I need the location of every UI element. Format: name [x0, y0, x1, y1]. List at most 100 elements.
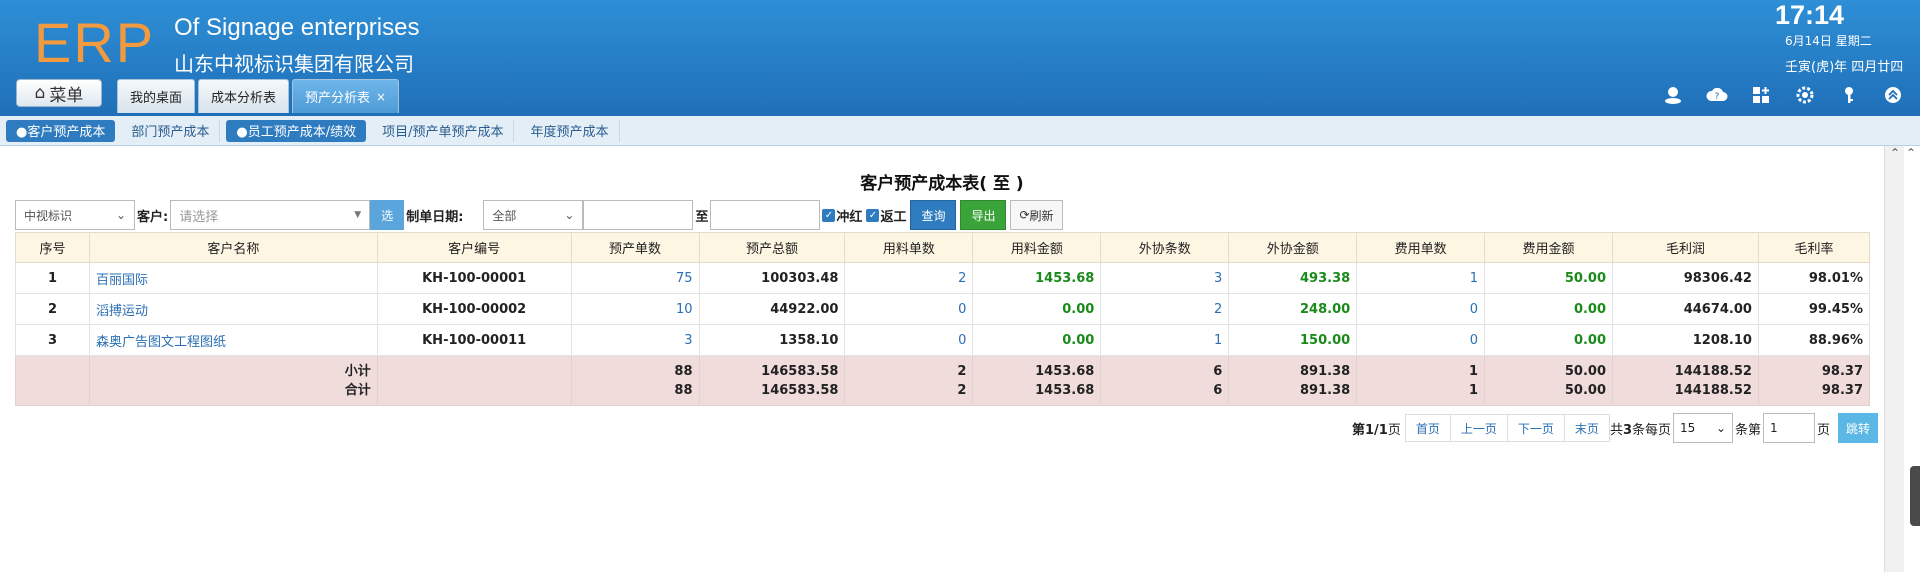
- tab-cost-analysis[interactable]: 成本分析表: [198, 79, 290, 113]
- company-select[interactable]: 中视标识 ⌄: [15, 200, 135, 230]
- subnav-annual-cost[interactable]: 年度预产成本: [520, 119, 620, 142]
- side-panel-handle[interactable]: [1910, 466, 1920, 526]
- col-header[interactable]: 客户编号: [376, 232, 572, 263]
- date-mode-select[interactable]: 全部 ⌄: [483, 200, 584, 230]
- cell-profit: 98306.42: [1612, 262, 1759, 294]
- grandtotal-value: 6: [1213, 382, 1223, 398]
- vertical-scrollbar[interactable]: [1884, 146, 1904, 572]
- fee-count-link[interactable]: 0: [1356, 324, 1486, 356]
- close-icon[interactable]: ×: [376, 90, 386, 104]
- end-date-input[interactable]: [710, 200, 821, 230]
- subnav-department-cost[interactable]: 部门预产成本: [121, 119, 221, 142]
- summary-empty-cell: [15, 355, 90, 406]
- red-offset-checkbox[interactable]: ✓ 冲红: [822, 206, 862, 225]
- col-header[interactable]: 用料单数: [844, 232, 974, 263]
- tab-preproduction-analysis[interactable]: 预产分析表 ×: [292, 79, 400, 113]
- cell-outsource-amount: 248.00: [1228, 293, 1358, 325]
- key-icon[interactable]: [1838, 84, 1860, 106]
- prev-page-button[interactable]: 上一页: [1449, 414, 1508, 442]
- summary-total: 146583.58 146583.58: [698, 355, 846, 406]
- customer-name-link[interactable]: 滔搏运动: [88, 293, 378, 325]
- subtotal-value: 1: [1469, 363, 1479, 379]
- summary-labels: 小计 合计: [88, 355, 378, 406]
- cell-material-amount: 0.00: [972, 324, 1102, 356]
- page-info-value: 1/1: [1365, 422, 1388, 438]
- fee-count-link[interactable]: 1: [1356, 262, 1486, 294]
- table-header-row: 序号 客户名称 客户编号 预产单数 预产总额 用料单数 用料金额 外协条数 外协…: [15, 232, 1871, 263]
- customer-select-button[interactable]: 选: [370, 200, 405, 230]
- gear-icon[interactable]: [1794, 84, 1816, 106]
- customer-name-link[interactable]: 百丽国际: [88, 262, 378, 294]
- scroll-up-icon[interactable]: ⌃: [1890, 146, 1900, 160]
- rework-checkbox[interactable]: ✓ 返工: [866, 206, 906, 225]
- tab-my-desktop[interactable]: 我的桌面: [117, 79, 196, 113]
- collapse-up-icon[interactable]: [1882, 84, 1904, 106]
- customer-name-link[interactable]: 森奥广告图文工程图纸: [88, 324, 378, 356]
- outsource-count-link[interactable]: 1: [1100, 324, 1230, 356]
- subtotal-value: 2: [957, 363, 967, 379]
- user-icon[interactable]: [1662, 84, 1684, 106]
- col-header[interactable]: 预产单数: [570, 232, 700, 263]
- cell-material-amount: 1453.68: [972, 262, 1102, 294]
- next-page-button[interactable]: 下一页: [1506, 414, 1565, 442]
- query-button[interactable]: 查询: [910, 200, 957, 230]
- subnav-employee-cost[interactable]: ●员工预产成本/绩效: [226, 119, 367, 142]
- col-header[interactable]: 用料金额: [972, 232, 1102, 263]
- per-page-select[interactable]: 15 ⌄: [1673, 413, 1734, 443]
- summary-rate: 98.37 98.37: [1757, 355, 1871, 406]
- col-header[interactable]: 费用单数: [1356, 232, 1486, 263]
- chevron-down-icon: ⌄: [1715, 421, 1727, 435]
- refresh-icon: ⟳: [1019, 208, 1030, 222]
- menu-button-label: 菜单: [49, 85, 84, 106]
- goto-page-input[interactable]: 1: [1763, 413, 1816, 443]
- grid-add-icon[interactable]: [1750, 84, 1772, 106]
- last-page-button[interactable]: 末页: [1563, 414, 1610, 442]
- goto-button[interactable]: 跳转: [1838, 413, 1879, 443]
- col-header[interactable]: 外协金额: [1228, 232, 1358, 263]
- goto-page-value: 1: [1770, 421, 1778, 435]
- col-header[interactable]: 毛利润: [1612, 232, 1759, 263]
- orders-link[interactable]: 3: [570, 324, 700, 356]
- scroll-top-icon[interactable]: ⌃: [1906, 146, 1916, 160]
- report-title: 客户预产成本表( 至 ): [860, 174, 1024, 194]
- cell-no: 2: [15, 293, 90, 325]
- first-page-button[interactable]: 首页: [1404, 414, 1451, 442]
- material-count-link[interactable]: 0: [844, 324, 974, 356]
- outsource-count-link[interactable]: 3: [1100, 262, 1230, 294]
- clock-time: 17:14: [1774, 0, 1844, 30]
- subtotal-value: 891.38: [1300, 363, 1351, 379]
- material-count-link[interactable]: 2: [844, 262, 974, 294]
- summary-row: 小计 合计 88 88 146583.58 146583.58 22 1453.68 1…: [15, 355, 1871, 406]
- orders-link[interactable]: 75: [570, 262, 700, 294]
- subnav-project-cost[interactable]: 项目/预产单预产成本: [372, 119, 515, 142]
- refresh-button[interactable]: ⟳ 刷新: [1010, 200, 1063, 230]
- outsource-count-link[interactable]: 2: [1100, 293, 1230, 325]
- col-header[interactable]: 客户名称: [88, 232, 378, 263]
- col-header[interactable]: 毛利率: [1757, 232, 1871, 263]
- export-button[interactable]: 导出: [960, 200, 1007, 230]
- customer-input[interactable]: 请选择 ▼: [170, 200, 371, 230]
- summary-fee-amount: 50.00 50.00: [1484, 355, 1614, 406]
- grandtotal-value: 2: [957, 382, 967, 398]
- grandtotal-value: 88: [674, 382, 693, 398]
- cell-total: 44922.00: [698, 293, 846, 325]
- per-page-value: 15: [1680, 421, 1696, 435]
- orders-link[interactable]: 10: [570, 293, 700, 325]
- col-header[interactable]: 序号: [15, 232, 90, 263]
- grandtotal-value: 98.37: [1821, 382, 1863, 398]
- col-header[interactable]: 费用金额: [1484, 232, 1614, 263]
- col-header[interactable]: 预产总额: [698, 232, 846, 263]
- cell-rate: 88.96%: [1757, 324, 1871, 356]
- fee-count-link[interactable]: 0: [1356, 293, 1486, 325]
- start-date-input[interactable]: [583, 200, 694, 230]
- subtotal-value: 98.37: [1821, 363, 1863, 379]
- cloud-help-icon[interactable]: ?: [1706, 84, 1728, 106]
- menu-button[interactable]: ⌂ 菜单: [16, 79, 102, 107]
- tab-label: 我的桌面: [130, 91, 183, 106]
- total-prefix: 共: [1609, 422, 1623, 438]
- col-header[interactable]: 外协条数: [1100, 232, 1230, 263]
- material-count-link[interactable]: 0: [844, 293, 974, 325]
- cell-material-amount: 0.00: [972, 293, 1102, 325]
- subnav-customer-cost[interactable]: ●客户预产成本: [6, 119, 116, 142]
- page-info-suffix: 页: [1387, 422, 1401, 438]
